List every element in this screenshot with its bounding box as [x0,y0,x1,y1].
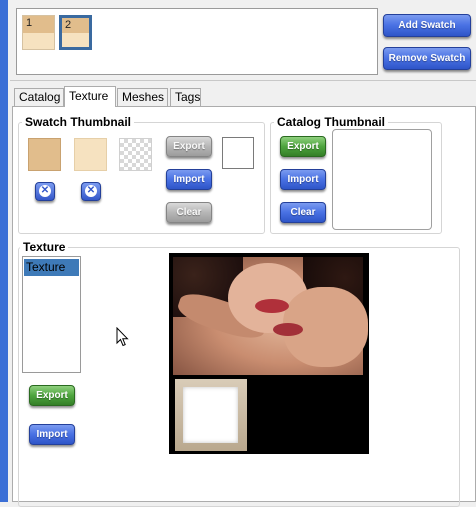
swatch-chip-1[interactable]: 1 [22,15,55,50]
tab-meshes[interactable]: Meshes [117,88,168,106]
add-swatch-button[interactable]: Add Swatch [383,14,471,37]
mouse-cursor-icon [116,327,129,347]
remove-swatch-button[interactable]: Remove Swatch [383,47,471,70]
image-region [273,323,303,336]
swatch-thumbnail-title: Swatch Thumbnail [22,115,135,129]
swatch-list[interactable]: 1 2 [16,8,378,75]
texture-group-title: Texture [20,240,69,254]
swatch-chip-bottom [62,33,89,47]
clear-color-1-button[interactable]: ✕ [35,182,55,201]
swatch-number: 2 [65,19,72,31]
texture-thumbnail-image [175,379,247,451]
clear-color-2-button[interactable]: ✕ [81,182,101,201]
catalog-thumbnail-clear-button[interactable]: Clear [280,202,326,223]
swatch-color-2[interactable] [74,138,107,171]
x-circle-icon: ✕ [39,185,51,197]
catalog-thumbnail-preview [332,129,432,230]
tab-texture[interactable]: Texture [64,86,116,107]
swatch-thumbnail-import-button[interactable]: Import [166,169,212,190]
catalog-thumbnail-export-button[interactable]: Export [280,136,326,157]
swatch-thumbnail-clear-button[interactable]: Clear [166,202,212,223]
swatch-chip-bottom [23,33,54,49]
image-region [183,387,238,443]
divider [10,80,476,81]
catalog-thumbnail-title: Catalog Thumbnail [274,115,388,129]
texture-preview [169,253,369,454]
texture-list[interactable]: Texture [22,256,81,373]
left-edge-bar [0,0,8,502]
texture-import-button[interactable]: Import [29,424,75,445]
catalog-thumbnail-import-button[interactable]: Import [280,169,326,190]
swatch-chip-2[interactable]: 2 [59,15,92,50]
tab-tags[interactable]: Tags [170,88,201,106]
texture-export-button[interactable]: Export [29,385,75,406]
swatch-color-1[interactable] [28,138,61,171]
swatch-thumbnail-preview [222,137,254,169]
transparent-swatch[interactable] [119,138,152,171]
tab-catalog[interactable]: Catalog [14,88,64,106]
texture-list-item[interactable]: Texture [24,259,79,276]
image-region [255,299,289,313]
x-circle-icon: ✕ [85,185,97,197]
swatch-thumbnail-export-button[interactable]: Export [166,136,212,157]
texture-image [173,257,368,375]
swatch-number: 1 [26,17,33,29]
